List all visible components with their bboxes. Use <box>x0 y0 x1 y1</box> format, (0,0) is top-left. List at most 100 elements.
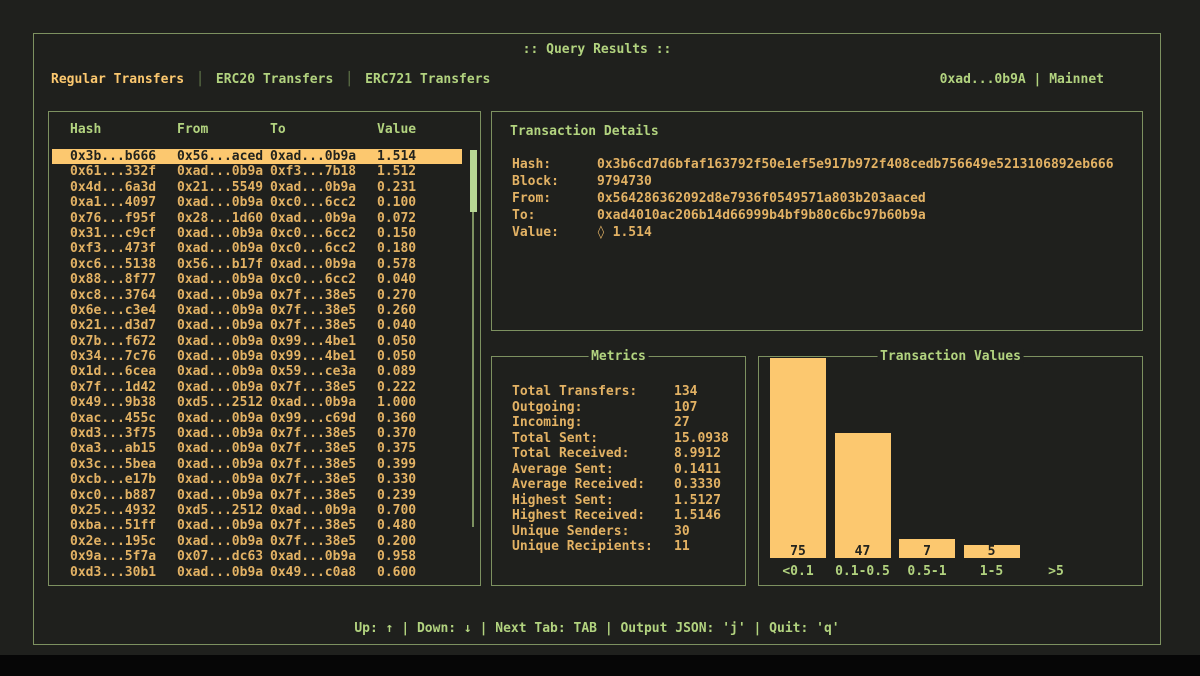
table-row[interactable]: 0xa1...40970xad...0b9a0xc0...6cc20.100 <box>52 195 462 210</box>
table-row[interactable]: 0x1d...6cea0xad...0b9a0x59...ce3a0.089 <box>52 364 462 379</box>
tx-from: 0xd5...2512 <box>177 503 270 518</box>
tx-to: 0x7f...38e5 <box>270 288 377 303</box>
bar-category-label: 0.5-1 <box>893 564 961 579</box>
tx-from: 0x56...b17f <box>177 257 270 272</box>
table-row[interactable]: 0xc6...51380x56...b17f0xad...0b9a0.578 <box>52 257 462 272</box>
metric-label: Total Transfers: <box>512 384 674 400</box>
table-row[interactable]: 0xc8...37640xad...0b9a0x7f...38e50.270 <box>52 288 462 303</box>
scrollbar-track[interactable] <box>472 212 474 527</box>
tx-value: 0.260 <box>377 303 462 318</box>
metric-row: Highest Received:1.5146 <box>512 508 737 524</box>
tx-to: 0x7f...38e5 <box>270 457 377 472</box>
detail-label: Hash: <box>512 156 597 173</box>
tx-from: 0xad...0b9a <box>177 349 270 364</box>
tx-from: 0xad...0b9a <box>177 364 270 379</box>
metric-label: Unique Senders: <box>512 524 674 540</box>
table-row[interactable]: 0x31...c9cf0xad...0b9a0xc0...6cc20.150 <box>52 226 462 241</box>
tab-erc721-transfers[interactable]: ERC721 Transfers <box>365 72 490 87</box>
tx-from: 0xad...0b9a <box>177 226 270 241</box>
scrollbar-thumb[interactable] <box>470 150 477 212</box>
table-row[interactable]: 0x76...f95f0x28...1d600xad...0b9a0.072 <box>52 211 462 226</box>
tx-value: 0.958 <box>377 549 462 564</box>
table-row[interactable]: 0x49...9b380xd5...25120xad...0b9a1.000 <box>52 395 462 410</box>
table-row[interactable]: 0xd3...30b10xad...0b9a0x49...c0a80.600 <box>52 565 462 580</box>
metric-value: 8.9912 <box>674 446 737 462</box>
detail-label: Block: <box>512 173 597 190</box>
detail-value: 0x3b6cd7d6bfaf163792f50e1ef5e917b972f408… <box>597 156 1132 173</box>
status-bar: Up: ↑ | Down: ↓ | Next Tab: TAB | Output… <box>34 621 1160 636</box>
detail-field: From:0x564286362092d8e7936f0549571a803b2… <box>512 190 1132 207</box>
tx-hash: 0xd3...30b1 <box>70 565 177 580</box>
tx-to: 0x59...ce3a <box>270 364 377 379</box>
table-row[interactable]: 0x9a...5f7a0x07...dc630xad...0b9a0.958 <box>52 549 462 564</box>
metric-value: 107 <box>674 400 737 416</box>
table-row[interactable]: 0x4d...6a3d0x21...55490xad...0b9a0.231 <box>52 180 462 195</box>
table-row[interactable]: 0xf3...473f0xad...0b9a0xc0...6cc20.180 <box>52 241 462 256</box>
metric-label: Total Received: <box>512 446 674 462</box>
bar-<0.1: 75 <box>770 358 826 558</box>
table-row[interactable]: 0x7f...1d420xad...0b9a0x7f...38e50.222 <box>52 380 462 395</box>
metric-label: Outgoing: <box>512 400 674 416</box>
detail-label: Value: <box>512 224 597 241</box>
table-row[interactable]: 0x21...d3d70xad...0b9a0x7f...38e50.040 <box>52 318 462 333</box>
tx-hash: 0x76...f95f <box>70 211 177 226</box>
bar-value-label: 75 <box>770 544 826 559</box>
metric-label: Highest Sent: <box>512 493 674 509</box>
query-results-window: :: Query Results :: Regular Transfers│ER… <box>33 33 1161 645</box>
tx-from: 0xad...0b9a <box>177 411 270 426</box>
tx-to: 0xad...0b9a <box>270 395 377 410</box>
table-row[interactable]: 0x2e...195c0xad...0b9a0x7f...38e50.200 <box>52 534 462 549</box>
table-row[interactable]: 0x3b...b6660x56...aced0xad...0b9a1.514 <box>52 149 462 164</box>
column-header-to: To <box>270 122 377 137</box>
tx-value: 0.040 <box>377 318 462 333</box>
tx-from: 0xad...0b9a <box>177 380 270 395</box>
table-row[interactable]: 0xa3...ab150xad...0b9a0x7f...38e50.375 <box>52 441 462 456</box>
tx-to: 0xad...0b9a <box>270 211 377 226</box>
tx-from: 0x07...dc63 <box>177 549 270 564</box>
tab-erc20-transfers[interactable]: ERC20 Transfers <box>216 72 333 87</box>
table-row[interactable]: 0x25...49320xd5...25120xad...0b9a0.700 <box>52 503 462 518</box>
tx-value: 0.072 <box>377 211 462 226</box>
metric-value: 1.5146 <box>674 508 737 524</box>
table-row[interactable]: 0x7b...f6720xad...0b9a0x99...4be10.050 <box>52 334 462 349</box>
tx-hash: 0x49...9b38 <box>70 395 177 410</box>
bar-1-5: 5 <box>964 545 1020 558</box>
table-row[interactable]: 0x3c...5bea0xad...0b9a0x7f...38e50.399 <box>52 457 462 472</box>
metric-row: Unique Recipients:11 <box>512 539 737 555</box>
tx-to: 0xc0...6cc2 <box>270 195 377 210</box>
tx-from: 0xd5...2512 <box>177 395 270 410</box>
table-row[interactable]: 0xd3...3f750xad...0b9a0x7f...38e50.370 <box>52 426 462 441</box>
table-row[interactable]: 0x34...7c760xad...0b9a0x99...4be10.050 <box>52 349 462 364</box>
tx-from: 0xad...0b9a <box>177 241 270 256</box>
table-row[interactable]: 0x61...332f0xad...0b9a0xf3...7b181.512 <box>52 164 462 179</box>
tx-to: 0xad...0b9a <box>270 549 377 564</box>
tx-to: 0x7f...38e5 <box>270 318 377 333</box>
metric-row: Highest Sent:1.5127 <box>512 493 737 509</box>
metric-value: 0.3330 <box>674 477 737 493</box>
tx-value: 0.089 <box>377 364 462 379</box>
column-header-value: Value <box>377 122 457 137</box>
tab-regular-transfers[interactable]: Regular Transfers <box>51 72 184 87</box>
table-row[interactable]: 0xc0...b8870xad...0b9a0x7f...38e50.239 <box>52 488 462 503</box>
table-row[interactable]: 0x88...8f770xad...0b9a0xc0...6cc20.040 <box>52 272 462 287</box>
metric-value: 134 <box>674 384 737 400</box>
transaction-values-chart-panel: Transaction Values 75<0.1470.1-0.570.5-1… <box>758 356 1143 586</box>
metric-row: Total Transfers:134 <box>512 384 737 400</box>
table-row[interactable]: 0xac...455c0xad...0b9a0x99...c69d0.360 <box>52 411 462 426</box>
detail-field: To:0xad4010ac206b14d66999b4bf9b80c6bc97b… <box>512 207 1132 224</box>
tx-hash: 0x6e...c3e4 <box>70 303 177 318</box>
tx-value: 0.700 <box>377 503 462 518</box>
tx-hash: 0x34...7c76 <box>70 349 177 364</box>
metric-label: Highest Received: <box>512 508 674 524</box>
table-row[interactable]: 0xcb...e17b0xad...0b9a0x7f...38e50.330 <box>52 472 462 487</box>
table-row[interactable]: 0x6e...c3e40xad...0b9a0x7f...38e50.260 <box>52 303 462 318</box>
tx-to: 0x7f...38e5 <box>270 441 377 456</box>
tx-hash: 0x31...c9cf <box>70 226 177 241</box>
tx-from: 0xad...0b9a <box>177 164 270 179</box>
tx-hash: 0xc6...5138 <box>70 257 177 272</box>
tx-hash: 0x1d...6cea <box>70 364 177 379</box>
metric-value: 11 <box>674 539 737 555</box>
bottom-black-strip <box>0 655 1200 676</box>
tx-to: 0x7f...38e5 <box>270 534 377 549</box>
table-row[interactable]: 0xba...51ff0xad...0b9a0x7f...38e50.480 <box>52 518 462 533</box>
